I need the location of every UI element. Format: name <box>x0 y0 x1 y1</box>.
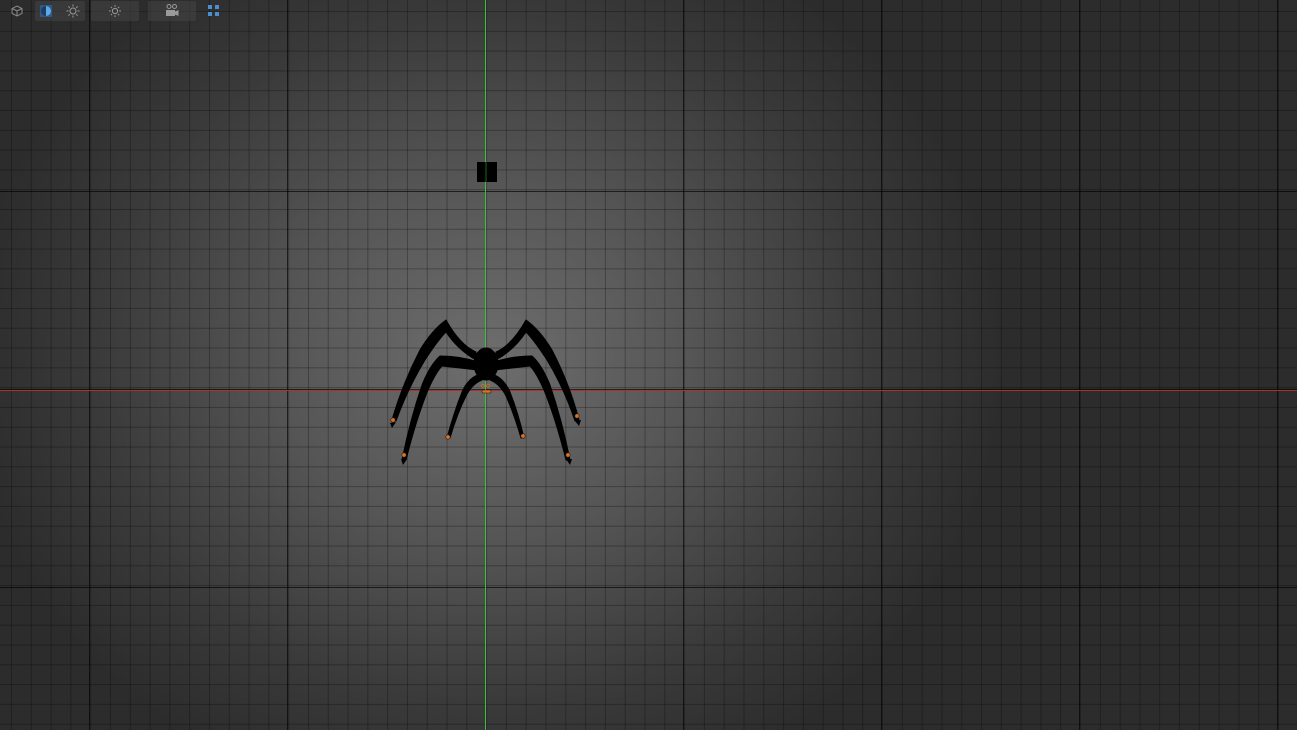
shading-half-icon <box>39 4 53 18</box>
sun-icon <box>66 4 80 18</box>
shading-button[interactable] <box>37 2 55 20</box>
light-settings-button[interactable] <box>106 2 124 20</box>
leg-tips <box>390 420 581 465</box>
cube-icon <box>11 5 23 17</box>
lighting-button[interactable] <box>64 2 82 20</box>
camera-button[interactable] <box>163 2 181 20</box>
viewport-3d[interactable] <box>0 0 1297 730</box>
object-mode-button[interactable] <box>8 2 26 20</box>
sun-icon <box>108 4 122 18</box>
scene-canvas[interactable] <box>0 0 1297 730</box>
grid-icon <box>207 4 221 18</box>
camera-marker[interactable] <box>477 162 497 182</box>
camera-icon <box>164 3 180 19</box>
grid-toggle-button[interactable] <box>205 2 223 20</box>
